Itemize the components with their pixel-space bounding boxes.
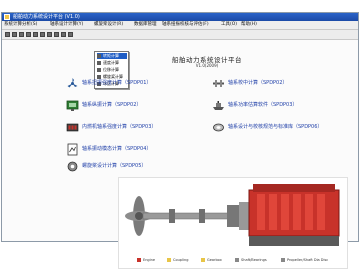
engine-icon (66, 123, 79, 132)
document-icon (67, 143, 78, 156)
dropdown-item[interactable]: 位移计算 (97, 67, 127, 73)
menu-torsional-check[interactable]: 轴系扭振校核与评估(F) (162, 21, 209, 29)
legend-label: Coupling (173, 258, 189, 262)
dropdown-item-label: 速度计算 (103, 60, 119, 65)
function-label: 螺旋桨设计计算（SPDP05） (82, 163, 147, 169)
function-label: 轴系功率估算软件（SPDP03） (228, 102, 298, 108)
toolbar-open-icon[interactable] (12, 32, 17, 37)
legend-swatch (235, 258, 239, 262)
function-item[interactable]: 螺旋桨设计计算（SPDP05） (66, 160, 156, 174)
legend-swatch (137, 258, 141, 262)
menu-entry-icon (97, 54, 101, 58)
dropdown-item[interactable]: 转矩计算 (97, 53, 127, 59)
toolbar-paste-icon[interactable] (47, 32, 52, 37)
function-item[interactable]: 内燃机轴系强度计算（SPDP03） (66, 121, 156, 135)
menu-system-analysis[interactable]: 系统计算分析(S) (4, 21, 37, 29)
engine-illustration: Engine Coupling Gearbox Shaft/Bearings P… (118, 177, 348, 269)
legend-swatch (201, 258, 205, 262)
function-item[interactable]: 轴系校中计算（SPDP02） (212, 77, 312, 91)
gear-icon (67, 161, 78, 172)
toolbar-cut-icon[interactable] (33, 32, 38, 37)
page-subtitle: V1.0(2009) (195, 63, 219, 68)
function-item[interactable]: 轴系扭振强度计算（SPDP01） (66, 77, 156, 91)
dropdown-item-label: 转矩计算 (103, 53, 119, 58)
function-item[interactable]: 轴系纵振计算（SPDP02） (66, 99, 156, 113)
shaft-alignment-icon (213, 80, 224, 87)
toolbar-redo-icon[interactable] (61, 32, 66, 37)
dropdown-item[interactable]: 速度计算 (97, 60, 127, 66)
bearing-icon (213, 123, 224, 132)
ship-icon (213, 101, 224, 110)
legend: Engine Coupling Gearbox Shaft/Bearings P… (137, 256, 347, 264)
legend-label: Propeller/Shaft Dia Disc (287, 258, 329, 262)
legend-swatch (167, 258, 171, 262)
function-item[interactable]: 轴系振动模态计算（SPDP04） (66, 143, 156, 157)
menu-entry-icon (97, 61, 101, 65)
toolbar-new-icon[interactable] (5, 32, 10, 37)
toolbar-save-icon[interactable] (19, 32, 24, 37)
toolbar-copy-icon[interactable] (40, 32, 45, 37)
function-item[interactable]: 轴系功率估算软件（SPDP03） (212, 99, 322, 113)
legend-swatch (281, 258, 285, 262)
function-label: 轴系纵振计算（SPDP02） (82, 102, 142, 108)
function-label: 轴系扭振强度计算（SPDP01） (82, 80, 152, 86)
main-content: 转矩计算 速度计算 位移计算 螺旋桨计算 冰区计算 船舶动力系统设计平台 V1.… (2, 40, 358, 269)
legend-label: Engine (143, 258, 155, 262)
function-label: 内燃机轴系强度计算（SPDP03） (82, 124, 157, 130)
function-item[interactable]: 轴系设计与校核规范与标准库（SPDP06） (212, 121, 352, 135)
menu-help[interactable]: 帮助(H) (241, 21, 257, 29)
function-label: 轴系校中计算（SPDP02） (228, 80, 288, 86)
propeller-icon (67, 78, 78, 88)
menu-entry-icon (97, 68, 101, 72)
menu-tools[interactable]: 工具(O) (221, 21, 237, 29)
app-icon (4, 14, 10, 20)
function-label: 轴系设计与校核规范与标准库（SPDP06） (228, 124, 323, 130)
function-label: 轴系振动模态计算（SPDP04） (82, 146, 152, 152)
menu-propeller-design[interactable]: 螺旋桨设计(R) (94, 21, 123, 29)
toolbar-undo-icon[interactable] (54, 32, 59, 37)
toolbar-print-icon[interactable] (26, 32, 31, 37)
menu-shaft-design[interactable]: 轴系设计计算(Y) (50, 21, 83, 29)
monitor-icon (66, 100, 79, 111)
app-window: 船舶动力系统设计平台 (V1.0) 系统计算分析(S) 轴系设计计算(Y) 螺旋… (1, 12, 359, 269)
window-title: 船舶动力系统设计平台 (V1.0) (13, 14, 80, 20)
menu-bar: 系统计算分析(S) 轴系设计计算(Y) 螺旋桨设计(R) 数据库管理 轴系扭振校… (2, 21, 358, 30)
toolbar-help-icon[interactable] (68, 32, 73, 37)
legend-label: Gearbox (207, 258, 222, 262)
menu-database[interactable]: 数据库管理 (134, 21, 157, 29)
toolbar (2, 30, 358, 40)
title-bar[interactable]: 船舶动力系统设计平台 (V1.0) (2, 13, 358, 21)
legend-label: Shaft/Bearings (241, 258, 267, 262)
propulsion-system-drawing (125, 184, 340, 246)
dropdown-item-label: 位移计算 (103, 67, 119, 72)
